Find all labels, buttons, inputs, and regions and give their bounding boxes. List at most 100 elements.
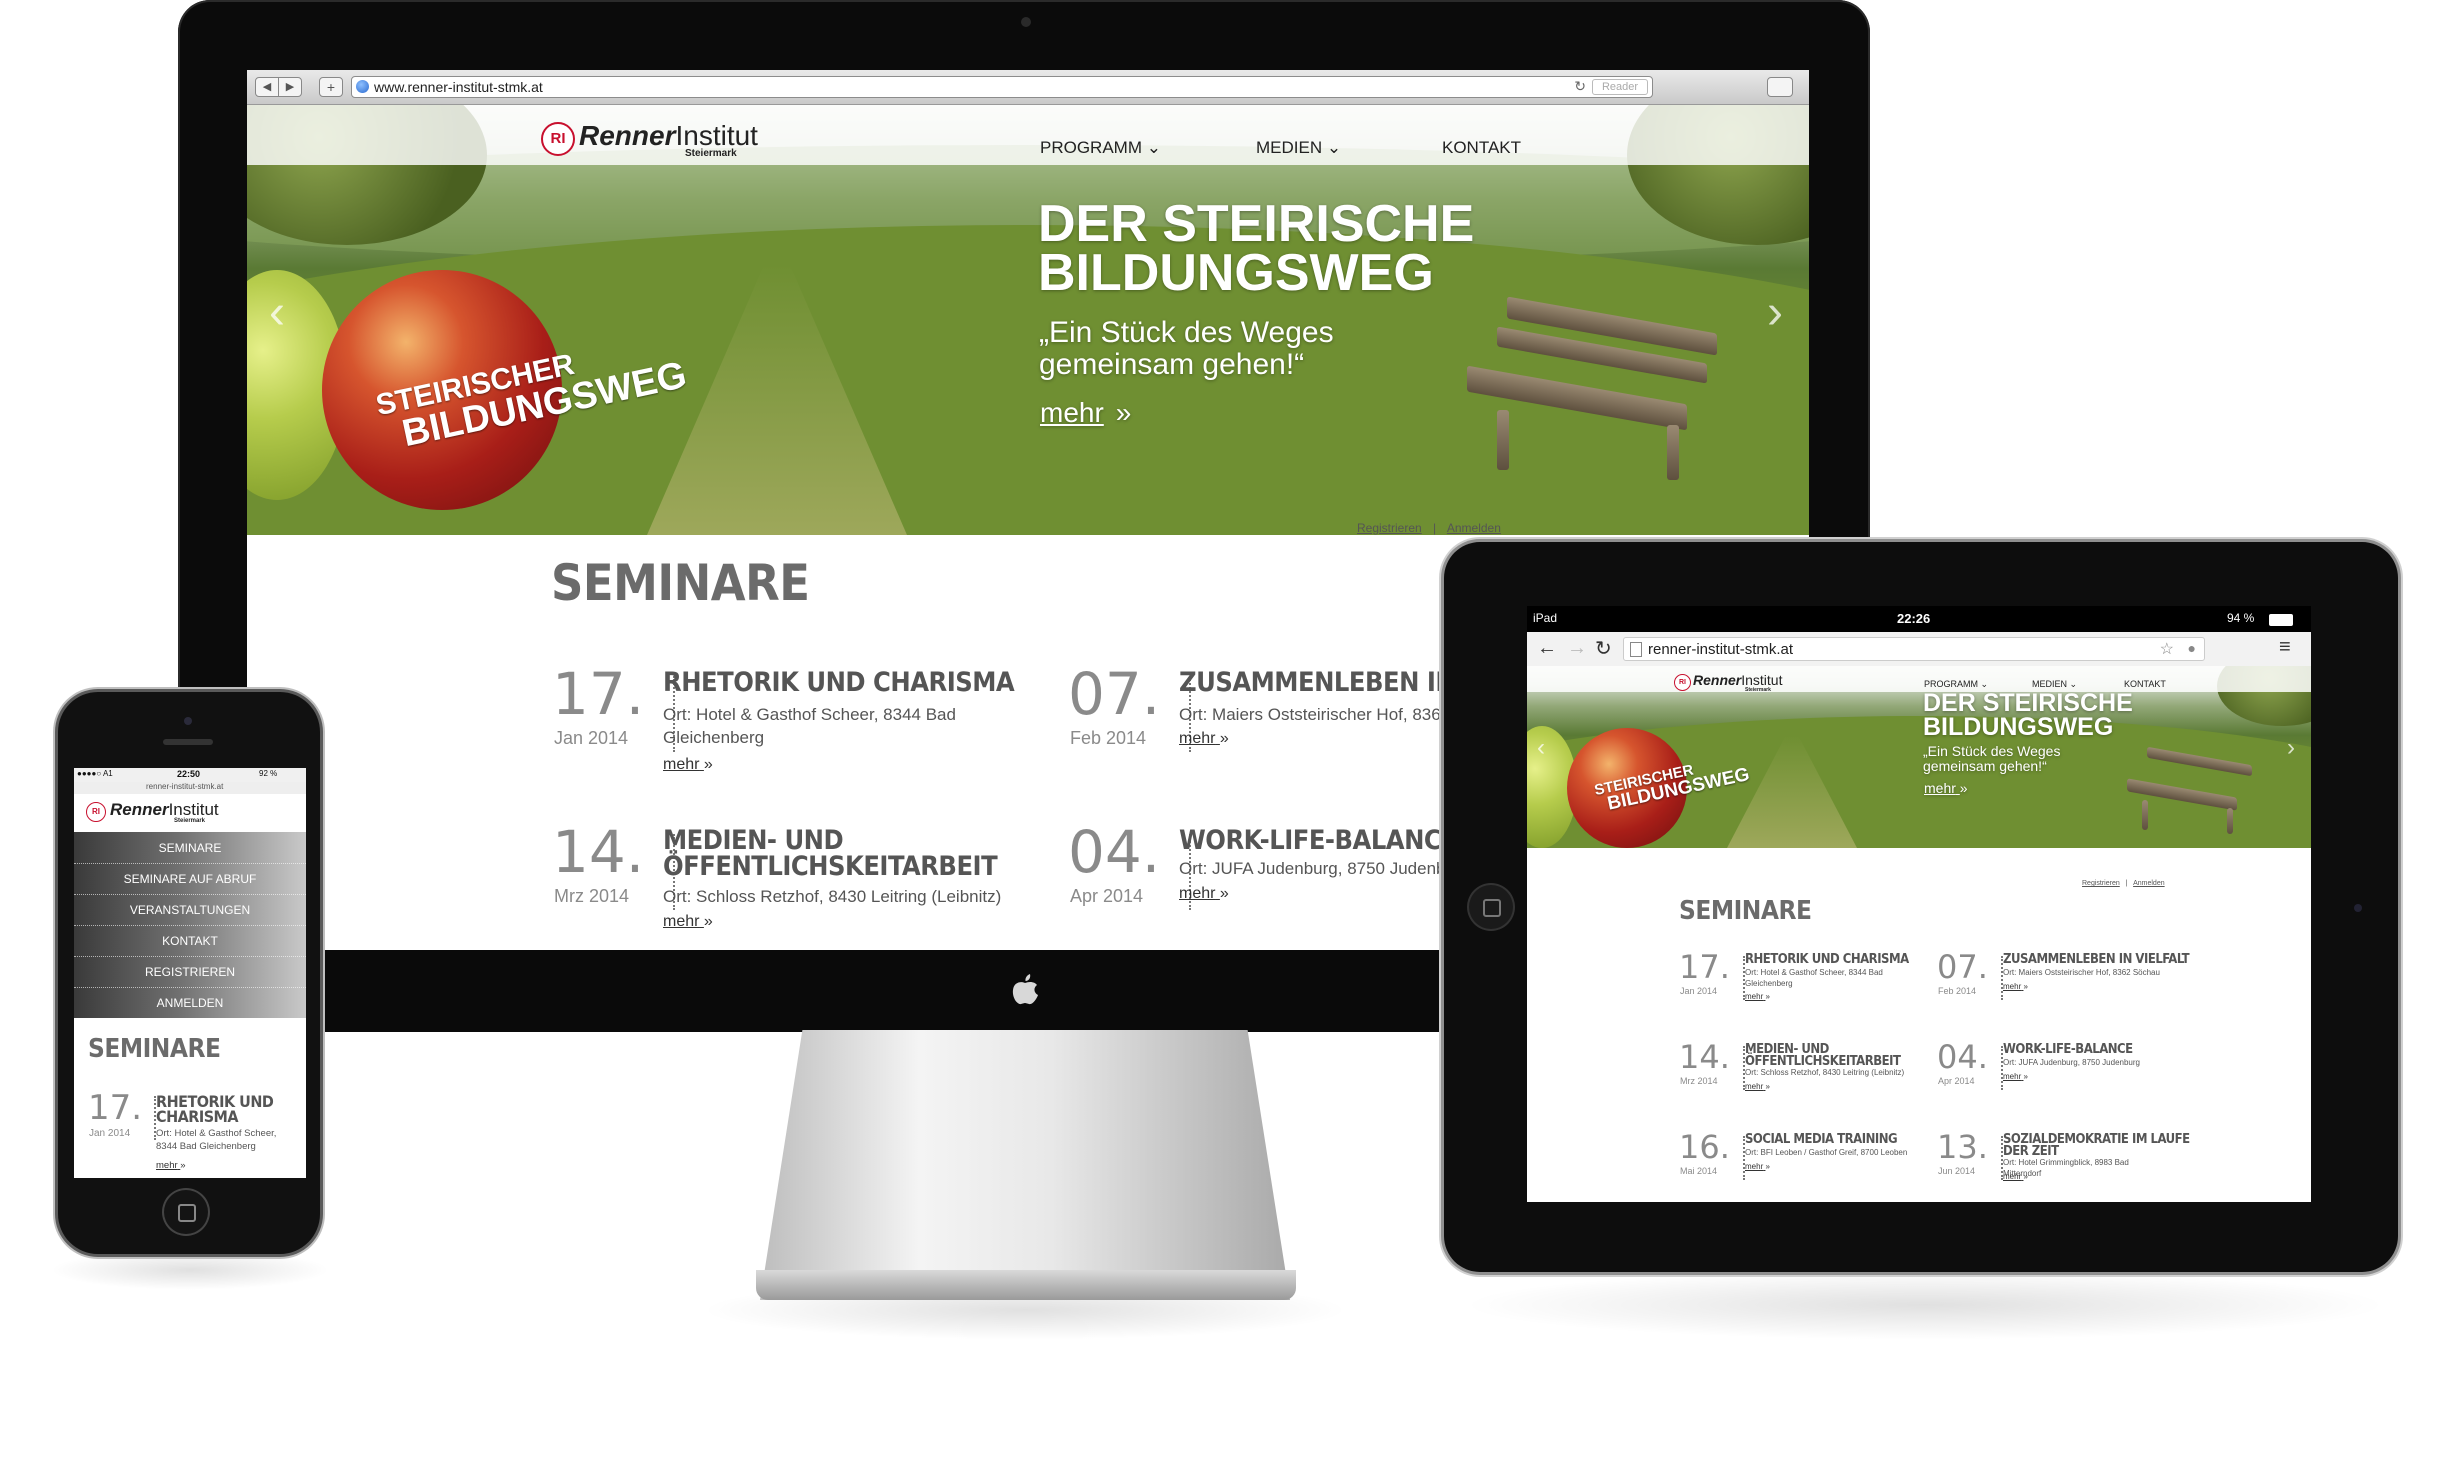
address-bar[interactable]: www.renner-institut-stmk.at ↻ Reader — [351, 76, 1653, 98]
nav-programm[interactable]: PROGRAMM ⌄ — [1924, 679, 1988, 690]
event-place-line1: Ort: Hotel & Gasthof Scheer, 8344 Bad — [1745, 968, 1883, 977]
nav-medien[interactable]: MEDIEN ⌄ — [1256, 138, 1341, 158]
logo-badge[interactable]: RI — [1674, 674, 1691, 691]
event-more-link[interactable]: mehr » — [663, 913, 713, 931]
reload-icon[interactable]: ↻ — [1574, 78, 1586, 95]
hero-prev-arrow[interactable]: ‹ — [1537, 734, 1545, 762]
event-more-label: mehr — [663, 913, 700, 930]
ipad-home-button[interactable] — [1469, 885, 1513, 929]
logo-wordmark[interactable]: RennerInstitut — [110, 800, 219, 820]
iphone-url-bar[interactable]: renner-institut-stmk.at — [74, 782, 306, 794]
logo-badge[interactable]: RI — [86, 802, 106, 822]
downloads-button[interactable] — [1767, 77, 1793, 97]
event-place-line2: Gleichenberg — [1745, 978, 1793, 988]
battery-icon — [2269, 614, 2293, 626]
register-link[interactable]: Registrieren — [1357, 521, 1422, 535]
event-day: 17. — [1679, 948, 1730, 986]
bench — [2127, 746, 2257, 836]
iphone-status-bar: ●●●●○ A1 22:50 92 % — [74, 768, 306, 782]
event-more-link[interactable]: mehr » — [156, 1160, 186, 1171]
nav-medien-label: MEDIEN — [2032, 679, 2068, 689]
hero-title-line2: BILDUNGSWEG — [1038, 244, 1434, 303]
bench — [1467, 296, 1727, 485]
event-title[interactable]: WORK-LIFE-BALANCE — [1179, 825, 1458, 856]
event-place: Ort: BFI Leoben / Gasthof Greif, 8700 Le… — [1745, 1148, 1907, 1159]
hero-next-arrow[interactable]: › — [1767, 285, 1783, 340]
event-more-link[interactable]: mehr » — [2003, 1172, 2028, 1181]
address-bar[interactable]: renner-institut-stmk.at ☆ ● — [1623, 637, 2205, 661]
globe-icon — [356, 80, 369, 93]
hero-prev-arrow[interactable]: ‹ — [269, 285, 285, 340]
mobile-menu-item[interactable]: SEMINARE — [74, 834, 306, 864]
event-month: Jun 2014 — [1938, 1166, 1976, 1176]
event-more-link[interactable]: mehr » — [663, 756, 713, 774]
event-place-line1: Ort: Schloss Retzhof, 8430 Leitring (Lei… — [1745, 1068, 1905, 1077]
event-month: Apr 2014 — [1070, 886, 1144, 906]
back-button[interactable]: ◀ — [255, 77, 279, 97]
mobile-menu-item[interactable]: SEMINARE AUF ABRUF — [74, 865, 306, 895]
event-title[interactable]: WORK-LIFE-BALANCE — [2003, 1042, 2133, 1057]
event-title[interactable]: RHETORIK UND CHARISMA — [1745, 952, 1909, 967]
event-more-link[interactable]: mehr » — [1179, 730, 1229, 748]
event-title[interactable]: SOCIAL MEDIA TRAINING — [1745, 1133, 1898, 1146]
menu-icon[interactable]: ≡ — [2279, 636, 2291, 659]
nav-kontakt[interactable]: KONTAKT — [1442, 138, 1521, 158]
logo-subtitle: Steiermark — [1745, 687, 1771, 693]
event-title[interactable]: ZUSAMMENLEBEN IN VIELFALT — [2003, 953, 2190, 966]
event-title-line1: WORK-LIFE-BALANCE — [2003, 1042, 2133, 1057]
mobile-menu-item[interactable]: VERANSTALTUNGEN — [74, 896, 306, 926]
logo-word-regular: Institut — [168, 800, 219, 819]
event-title[interactable]: RHETORIK UND CHARISMA — [156, 1093, 274, 1124]
nav-programm[interactable]: PROGRAMM ⌄ — [1040, 138, 1161, 158]
event-more-link[interactable]: mehr » — [2003, 1072, 2028, 1081]
address-url: renner-institut-stmk.at — [146, 782, 224, 791]
forward-icon[interactable]: → — [1567, 637, 1587, 660]
microphone-icon[interactable]: ● — [2188, 640, 2196, 656]
event-title[interactable]: MEDIEN- UND ÖFFENTLICHSKEITARBEIT — [1745, 1043, 1901, 1069]
star-icon[interactable]: ☆ — [2160, 639, 2174, 659]
event-place: Ort: Schloss Retzhof, 8430 Leitring (Lei… — [1745, 1068, 1904, 1079]
hero-more-link[interactable]: mehr » — [1040, 397, 1131, 429]
back-icon[interactable]: ← — [1537, 637, 1557, 660]
nav-kontakt[interactable]: KONTAKT — [2124, 679, 2166, 689]
event-more-link[interactable]: mehr » — [1745, 992, 1770, 1001]
mobile-menu-item[interactable]: REGISTRIEREN — [74, 958, 306, 988]
nav-medien[interactable]: MEDIEN ⌄ — [2032, 679, 2077, 690]
iphone-home-button[interactable] — [164, 1190, 208, 1234]
event-title[interactable]: SOZIALDEMOKRATIE IM LAUFE DER ZEIT — [2003, 1133, 2190, 1159]
reload-icon[interactable]: ↻ — [1595, 636, 1612, 661]
event-place: Ort: Hotel & Gasthof Scheer, 8344 Bad Gl… — [663, 704, 956, 750]
event-month: Apr 2014 — [1938, 1076, 1975, 1086]
forward-button[interactable]: ▶ — [278, 77, 302, 97]
event-title-line1: WORK-LIFE-BALANCE — [1179, 825, 1458, 856]
event-title[interactable]: RHETORIK UND CHARISMA — [663, 669, 1015, 696]
status-time: 22:26 — [1897, 611, 1931, 626]
mobile-menu-item[interactable]: KONTAKT — [74, 927, 306, 957]
reader-button[interactable]: Reader — [1592, 79, 1648, 95]
login-link[interactable]: Anmelden — [2133, 880, 2165, 887]
login-link[interactable]: Anmelden — [1447, 521, 1501, 535]
event-day: 04. — [1068, 818, 1161, 886]
double-chevron-icon: » — [703, 756, 713, 773]
mobile-menu-item[interactable]: ANMELDEN — [74, 989, 306, 1019]
event-more-link[interactable]: mehr » — [2003, 982, 2028, 991]
double-chevron-icon: » — [2023, 1172, 2028, 1181]
event-place: Ort: Hotel & Gasthof Scheer, 8344 Bad Gle… — [1745, 968, 1883, 990]
logo-wordmark[interactable]: RennerInstitut — [1693, 672, 1782, 688]
logo-badge[interactable]: RI — [541, 122, 575, 156]
add-bookmark-button[interactable]: + — [319, 77, 343, 97]
event-more-link[interactable]: mehr » — [1745, 1162, 1770, 1171]
event-place-line1: Ort: Maiers Oststeirischer Hof, 8362 Söc… — [2003, 968, 2160, 977]
hero-next-arrow[interactable]: › — [2287, 734, 2295, 762]
event-day: 07. — [1068, 660, 1161, 728]
event-more-link[interactable]: mehr » — [1745, 1082, 1770, 1091]
event-title[interactable]: MEDIEN- UND ÖFFENTLICHSKEITARBEIT — [663, 827, 998, 879]
nav-programm-label: PROGRAMM — [1924, 679, 1978, 689]
event-title-line1: RHETORIK UND CHARISMA — [1745, 952, 1909, 967]
register-link[interactable]: Registrieren — [2082, 880, 2120, 887]
hero-more-label: mehr — [1040, 397, 1104, 428]
event-more-link[interactable]: mehr » — [1179, 885, 1229, 903]
auth-links: Registrieren | Anmelden — [2082, 880, 2165, 887]
event-more-label: mehr — [1745, 1162, 1764, 1171]
hero-more-link[interactable]: mehr » — [1924, 780, 1968, 796]
